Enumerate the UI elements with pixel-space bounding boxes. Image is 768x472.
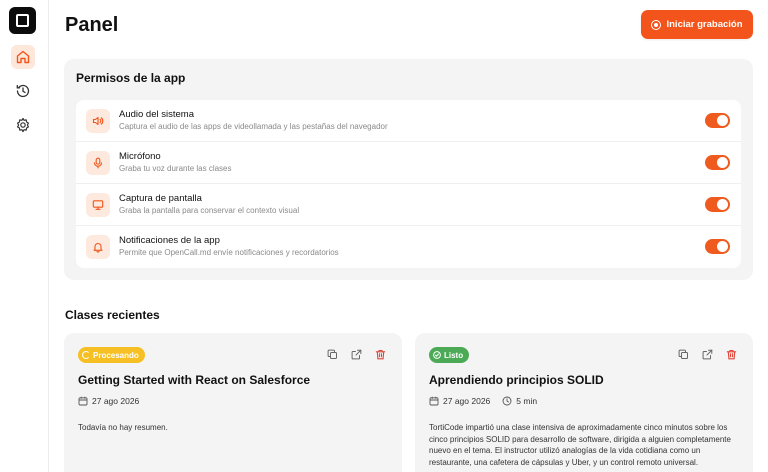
class-card[interactable]: Procesando Getting Started with React on… xyxy=(64,333,402,472)
class-title: Getting Started with React on Salesforce xyxy=(78,373,311,387)
permission-row: Audio del sistema Captura el audio de la… xyxy=(76,100,741,142)
class-meta: 27 ago 2026 xyxy=(78,396,139,406)
permission-row: Notificaciones de la app Permite que Ope… xyxy=(76,226,741,268)
gear-icon xyxy=(17,117,29,133)
microphone-toggle[interactable] xyxy=(705,155,730,170)
status-badge: Procesando xyxy=(78,347,145,363)
external-link-icon xyxy=(351,349,362,360)
home-icon xyxy=(16,50,30,64)
notifications-toggle[interactable] xyxy=(705,239,730,254)
card-actions xyxy=(327,349,386,360)
delete-button[interactable] xyxy=(726,349,737,360)
class-date: 27 ago 2026 xyxy=(443,396,491,406)
delete-button[interactable] xyxy=(375,349,386,360)
permission-name: Notificaciones de la app xyxy=(119,235,220,246)
system-audio-toggle[interactable] xyxy=(705,113,730,128)
open-button[interactable] xyxy=(351,349,362,360)
permissions-panel: Permisos de la app Audio del sistema Cap… xyxy=(64,59,753,280)
status-label: Procesando xyxy=(93,350,139,360)
speaker-icon xyxy=(92,116,104,126)
history-icon xyxy=(16,84,30,98)
clock-icon xyxy=(502,396,512,406)
permission-description: Captura el audio de las apps de videolla… xyxy=(119,122,388,131)
permission-name: Audio del sistema xyxy=(119,109,194,120)
spinner-icon xyxy=(82,351,90,359)
permissions-title: Permisos de la app xyxy=(76,71,186,85)
status-label: Listo xyxy=(444,350,464,360)
class-summary: Todavía no hay resumen. xyxy=(78,423,168,432)
class-duration: 5 min xyxy=(516,396,538,406)
recent-classes-title: Clases recientes xyxy=(65,308,160,322)
class-date: 27 ago 2026 xyxy=(92,396,140,406)
class-title: Aprendiendo principios SOLID xyxy=(429,373,604,387)
permission-description: Graba la pantalla para conservar el cont… xyxy=(119,206,300,215)
check-circle-icon xyxy=(433,351,441,359)
start-recording-button[interactable]: Iniciar grabación xyxy=(641,10,753,39)
permission-description: Permite que OpenCall.md envíe notificaci… xyxy=(119,248,339,257)
permissions-list: Audio del sistema Captura el audio de la… xyxy=(76,100,741,268)
nav-history[interactable] xyxy=(11,79,35,103)
card-actions xyxy=(678,349,737,360)
screen-capture-toggle[interactable] xyxy=(705,197,730,212)
copy-icon xyxy=(678,349,688,359)
trash-icon xyxy=(726,349,737,360)
microphone-icon xyxy=(93,157,103,169)
trash-icon xyxy=(375,349,386,360)
nav-settings[interactable] xyxy=(11,113,35,137)
permission-row: Captura de pantalla Graba la pantalla pa… xyxy=(76,184,741,226)
external-link-icon xyxy=(702,349,713,360)
monitor-icon xyxy=(92,200,104,210)
nav-home[interactable] xyxy=(11,45,35,69)
calendar-icon xyxy=(78,396,88,406)
permission-name: Captura de pantalla xyxy=(119,193,202,204)
calendar-icon xyxy=(429,396,439,406)
class-meta: 27 ago 2026 5 min xyxy=(429,396,537,406)
copy-button[interactable] xyxy=(678,349,689,360)
bell-icon xyxy=(93,243,103,253)
permission-name: Micrófono xyxy=(119,151,161,162)
page-title: Panel xyxy=(65,14,119,36)
copy-icon xyxy=(327,349,337,359)
class-card[interactable]: Listo Aprendiendo principios SOLID 27 ag… xyxy=(415,333,753,472)
status-badge: Listo xyxy=(429,347,470,363)
permission-row: Micrófono Graba tu voz durante las clase… xyxy=(76,142,741,184)
permission-description: Graba tu voz durante las clases xyxy=(119,164,232,173)
copy-button[interactable] xyxy=(327,349,338,360)
open-button[interactable] xyxy=(702,349,713,360)
sidebar xyxy=(0,0,49,472)
app-logo[interactable] xyxy=(9,7,36,34)
class-summary: TortiCode impartió una clase intensiva d… xyxy=(429,423,731,467)
record-icon xyxy=(651,19,662,30)
start-recording-label: Iniciar grabación xyxy=(666,19,743,30)
